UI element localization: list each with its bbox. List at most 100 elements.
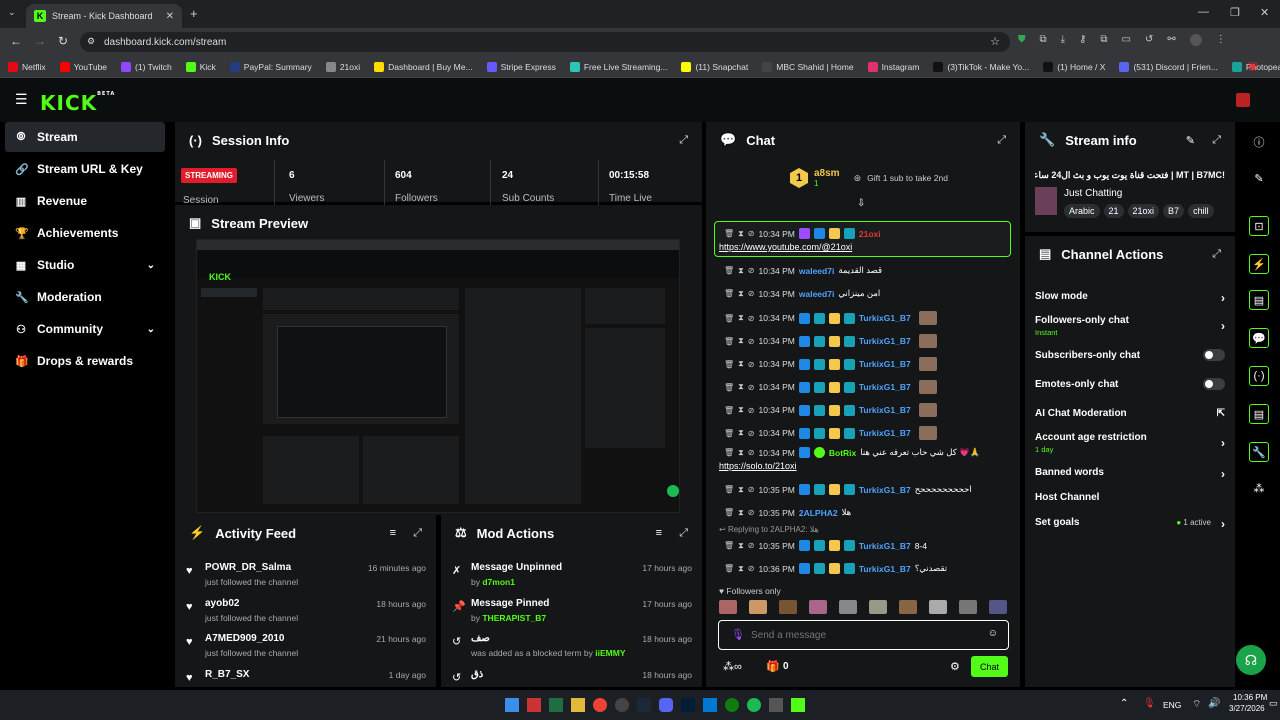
close-tab-icon[interactable]: ✕ [166, 11, 174, 22]
bookmark-item[interactable]: (531) Discord | Frien... [1119, 61, 1218, 72]
expand-icon[interactable]: ⤢ [1212, 248, 1221, 261]
tab-list-icon[interactable]: ⌄ [8, 7, 16, 18]
timeout-icon[interactable]: ⧗ [738, 508, 744, 518]
timeout-icon[interactable]: ⧗ [738, 564, 744, 574]
tag-pill[interactable]: B7 [1163, 204, 1185, 218]
follower-name[interactable]: POWR_DR_Salma [205, 562, 291, 573]
bookmark-menu-icon[interactable]: ▣ [1248, 61, 1257, 72]
bookmark-item[interactable]: (1) Twitch [121, 61, 172, 72]
tag-pill[interactable]: 21oxi [1127, 204, 1160, 218]
ban-icon[interactable]: ⊘ [748, 541, 755, 550]
filter-icon[interactable]: ≡ [656, 527, 662, 539]
timeout-icon[interactable]: ⧗ [738, 541, 744, 551]
sidebar-item-drops-rewards[interactable]: 🎁 Drops & rewards [5, 346, 165, 376]
bookmark-item[interactable]: MBC Shahid | Home [762, 61, 854, 72]
timeout-icon[interactable]: ⧗ [738, 336, 744, 346]
mic-tray-icon[interactable]: 🎙 [1143, 698, 1156, 709]
chat-input-box[interactable]: 🎙 ☺ [718, 620, 1009, 650]
spotify-icon[interactable] [747, 698, 761, 712]
discord-icon[interactable] [659, 698, 673, 712]
translate-icon[interactable]: ⧉ [1100, 34, 1107, 46]
delete-icon[interactable]: 🗑 [724, 508, 734, 517]
sidebar-item-studio[interactable]: ▦ Studio ⌄ [5, 250, 165, 280]
ban-icon[interactable]: ⊘ [748, 429, 755, 438]
bookmark-item[interactable]: Instagram [867, 61, 919, 72]
expand-icon[interactable]: ⤢ [997, 134, 1006, 147]
mod-actor[interactable]: THERAPIST_B7 [482, 613, 546, 623]
windows-start-icon[interactable] [505, 698, 519, 712]
pencil-icon[interactable]: ✎ [1249, 168, 1269, 188]
site-info-icon[interactable]: ⚙ [87, 36, 95, 47]
ban-icon[interactable]: ⊘ [748, 448, 755, 457]
emote-icon[interactable] [869, 600, 887, 614]
emote-icon[interactable] [929, 600, 947, 614]
chat-username[interactable]: TurkixG1_B7 [859, 382, 911, 392]
gifter-name[interactable]: a8sm [814, 168, 840, 179]
scroll-down-icon[interactable]: ⇩ [857, 198, 865, 209]
close-window-icon[interactable]: ✕ [1260, 6, 1269, 19]
timeout-icon[interactable]: ⧗ [738, 485, 744, 495]
ban-icon[interactable]: ⊘ [748, 508, 755, 517]
photoshop-icon[interactable] [681, 698, 695, 712]
chat-username[interactable]: BotRix [829, 448, 856, 458]
channel-points-icon[interactable]: ⁂∞ [723, 660, 742, 673]
kick-logo[interactable]: KICKBETA [40, 91, 115, 115]
document-icon[interactable]: ▤ [1249, 290, 1269, 310]
language-indicator[interactable]: ENG [1163, 700, 1181, 710]
timeout-icon[interactable]: ⧗ [738, 405, 744, 415]
delete-icon[interactable]: 🗑 [724, 541, 734, 550]
ban-icon[interactable]: ⊘ [748, 314, 755, 323]
support-button[interactable]: ☊ [1236, 645, 1266, 675]
set-goals-row[interactable]: Set goals ● 1 active › [1035, 517, 1225, 531]
chat-username[interactable]: waleed7i [799, 266, 834, 276]
delete-icon[interactable]: 🗑 [724, 289, 734, 298]
delete-icon[interactable]: 🗑 [724, 564, 734, 573]
timeout-icon[interactable]: ⧗ [738, 448, 744, 458]
sidebar-item-community[interactable]: ⚇ Community ⌄ [5, 314, 165, 344]
banned-words-row[interactable]: Banned words › [1035, 467, 1225, 481]
bookmark-item[interactable]: YouTube [59, 61, 107, 72]
chrome-icon[interactable] [593, 698, 607, 712]
mod-actor[interactable]: d7mon1 [482, 577, 515, 587]
bookmark-item[interactable]: Stripe Express [486, 61, 556, 72]
clock-date[interactable]: 3/27/2026 [1229, 704, 1265, 713]
emote-icon[interactable] [989, 600, 1007, 614]
tag-pill[interactable]: 21 [1103, 204, 1124, 218]
chat-username[interactable]: TurkixG1_B7 [859, 359, 911, 369]
delete-icon[interactable]: 🗑 [724, 429, 734, 438]
chat-username[interactable]: TurkixG1_B7 [859, 564, 911, 574]
emote-icon[interactable] [839, 600, 857, 614]
chat-settings-icon[interactable]: ⚙ [950, 660, 960, 673]
stream-preview-video[interactable]: KICK [196, 239, 680, 513]
delete-icon[interactable]: 🗑 [724, 406, 734, 415]
ban-icon[interactable]: ⊘ [748, 564, 755, 573]
expand-icon[interactable]: ⤢ [1212, 134, 1221, 147]
new-tab-icon[interactable]: + [190, 6, 198, 21]
send-chat-button[interactable]: Chat [971, 656, 1008, 677]
user-avatar-icon[interactable] [1236, 93, 1250, 107]
app-icon[interactable] [615, 698, 629, 712]
lightning-icon[interactable]: ⚡ [1249, 254, 1269, 274]
chat-link[interactable]: https://www.youtube.com/@21oxi [719, 242, 852, 252]
chat-link[interactable]: https://solo.to/21oxi [719, 461, 797, 471]
bookmark-item[interactable]: Netflix [8, 61, 46, 72]
app-icon[interactable] [527, 698, 541, 712]
chat-message-input[interactable] [751, 627, 981, 643]
ban-icon[interactable]: ⊘ [748, 266, 755, 275]
delete-icon[interactable]: 🗑 [724, 314, 734, 323]
download-icon[interactable]: ⤓ [1061, 34, 1065, 46]
delete-icon[interactable]: 🗑 [724, 448, 734, 457]
sidebar-item-stream[interactable]: ⦾ Stream [5, 122, 165, 152]
slow-mode-row[interactable]: Slow mode › [1035, 291, 1225, 305]
link-extension-icon[interactable]: ⚯ [1167, 34, 1175, 46]
bookmark-item[interactable]: Kick [185, 61, 216, 72]
bookmark-item[interactable]: (3)TikTok - Make Yo... [933, 61, 1029, 72]
card-icon[interactable]: ▭ [1122, 34, 1131, 46]
tag-pill[interactable]: chill [1188, 204, 1214, 218]
chat-username[interactable]: 2ALPHA2 [799, 508, 838, 518]
minimize-icon[interactable]: — [1198, 6, 1209, 18]
xbox-icon[interactable] [725, 698, 739, 712]
host-channel-row[interactable]: Host Channel [1035, 492, 1225, 503]
notifications-icon[interactable]: ▭ [1269, 698, 1278, 709]
chat-username[interactable]: TurkixG1_B7 [859, 485, 911, 495]
